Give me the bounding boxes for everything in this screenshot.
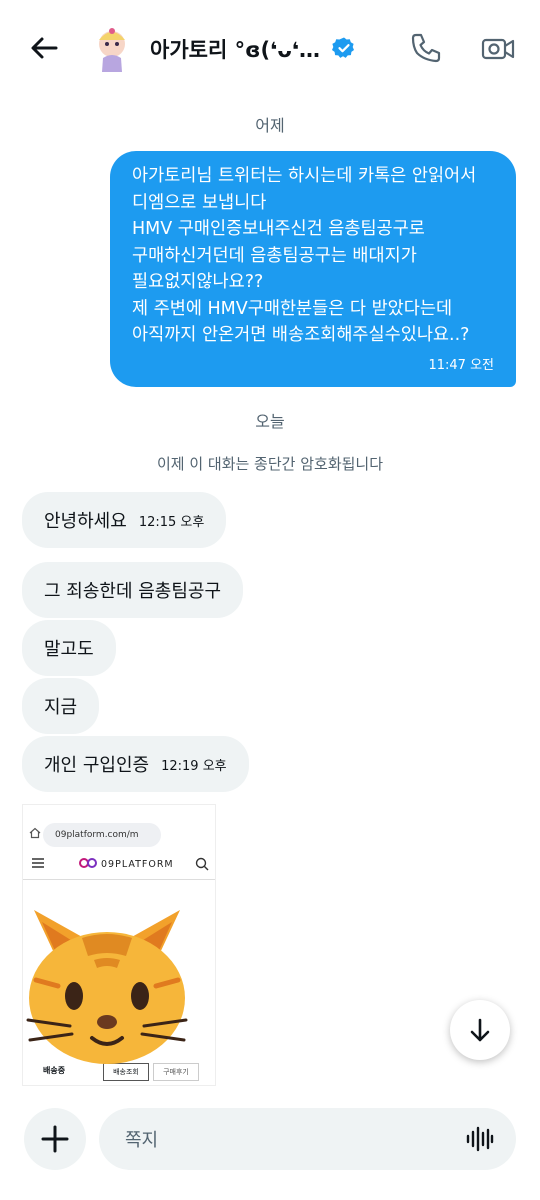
brand-logo-icon bbox=[79, 858, 97, 868]
incoming-message-bubble[interactable]: 그 죄송한데 음총팀공구 bbox=[22, 562, 244, 618]
message-text: 지금 bbox=[44, 697, 78, 718]
arrow-left-icon[interactable] bbox=[26, 30, 62, 66]
home-icon bbox=[29, 827, 41, 839]
attachment-brand: 09PLATFORM bbox=[101, 859, 174, 870]
date-divider-today: 오늘 bbox=[255, 412, 285, 431]
cat-face-emoji-icon bbox=[26, 910, 188, 1064]
message-text: 개인 구입인증 bbox=[44, 755, 150, 776]
message-text: 안녕하세요 bbox=[44, 511, 127, 532]
conversation-header: 아가토리 °ɞ(❛ᴗ❛… bbox=[0, 0, 540, 100]
message-text: 말고도 bbox=[44, 639, 94, 660]
verified-badge-icon bbox=[332, 37, 354, 58]
message-input[interactable] bbox=[123, 1108, 447, 1172]
message-line: 아가토리님 트위터는 하시는데 카톡은 안읽어서 bbox=[132, 166, 477, 186]
message-line: 디엠으로 보냅니다 bbox=[132, 192, 267, 213]
video-camera-icon[interactable] bbox=[480, 32, 516, 66]
message-text: 그 죄송한데 음총팀공구 bbox=[44, 581, 222, 602]
message-composer[interactable] bbox=[99, 1108, 516, 1172]
plus-icon bbox=[41, 1125, 69, 1153]
outgoing-message-bubble[interactable]: 아가토리님 트위터는 하시는데 카톡은 안읽어서 디엠으로 보냅니다 HMV 구… bbox=[110, 151, 516, 387]
message-line: 구매하신거던데 음총팀공구는 배대지가 bbox=[132, 245, 417, 266]
message-timestamp: 12:15 오후 bbox=[138, 514, 205, 530]
message-timestamp: 12:19 오후 bbox=[161, 758, 227, 774]
incoming-message-bubble[interactable]: 안녕하세요 12:15 오후 bbox=[22, 492, 227, 548]
search-icon bbox=[195, 857, 209, 871]
menu-icon bbox=[32, 858, 44, 868]
scroll-to-bottom-button[interactable] bbox=[450, 1000, 510, 1060]
incoming-message-bubble[interactable]: 지금 bbox=[22, 678, 100, 734]
voice-waveform-icon[interactable] bbox=[466, 1126, 494, 1152]
arrow-down-icon bbox=[470, 1018, 490, 1042]
message-line: 제 주변에 HMV구매한분들은 다 받았다는데 bbox=[132, 298, 453, 319]
date-divider-yesterday: 어제 bbox=[255, 116, 285, 135]
phone-icon[interactable] bbox=[408, 30, 444, 66]
avatar[interactable] bbox=[86, 22, 138, 74]
conversation-title[interactable]: 아가토리 °ɞ(❛ᴗ❛… bbox=[150, 34, 320, 64]
add-media-button[interactable] bbox=[24, 1108, 86, 1170]
message-line: HMV 구매인증보내주신건 음총팀공구로 bbox=[132, 219, 425, 239]
message-timestamp: 11:47 오전 bbox=[428, 358, 494, 373]
incoming-message-bubble[interactable]: 개인 구입인증 12:19 오후 bbox=[22, 736, 249, 792]
incoming-message-bubble[interactable]: 말고도 bbox=[22, 620, 116, 676]
message-line: 아직까지 안온거면 배송조회해주실수있나요..? bbox=[132, 325, 470, 345]
encryption-notice: 이제 이 대화는 종단간 암호화됩니다 bbox=[156, 455, 384, 473]
attachment-url-bar: 09platform.com/m bbox=[43, 823, 161, 847]
message-line: 필요없지않나요?? bbox=[132, 272, 264, 292]
